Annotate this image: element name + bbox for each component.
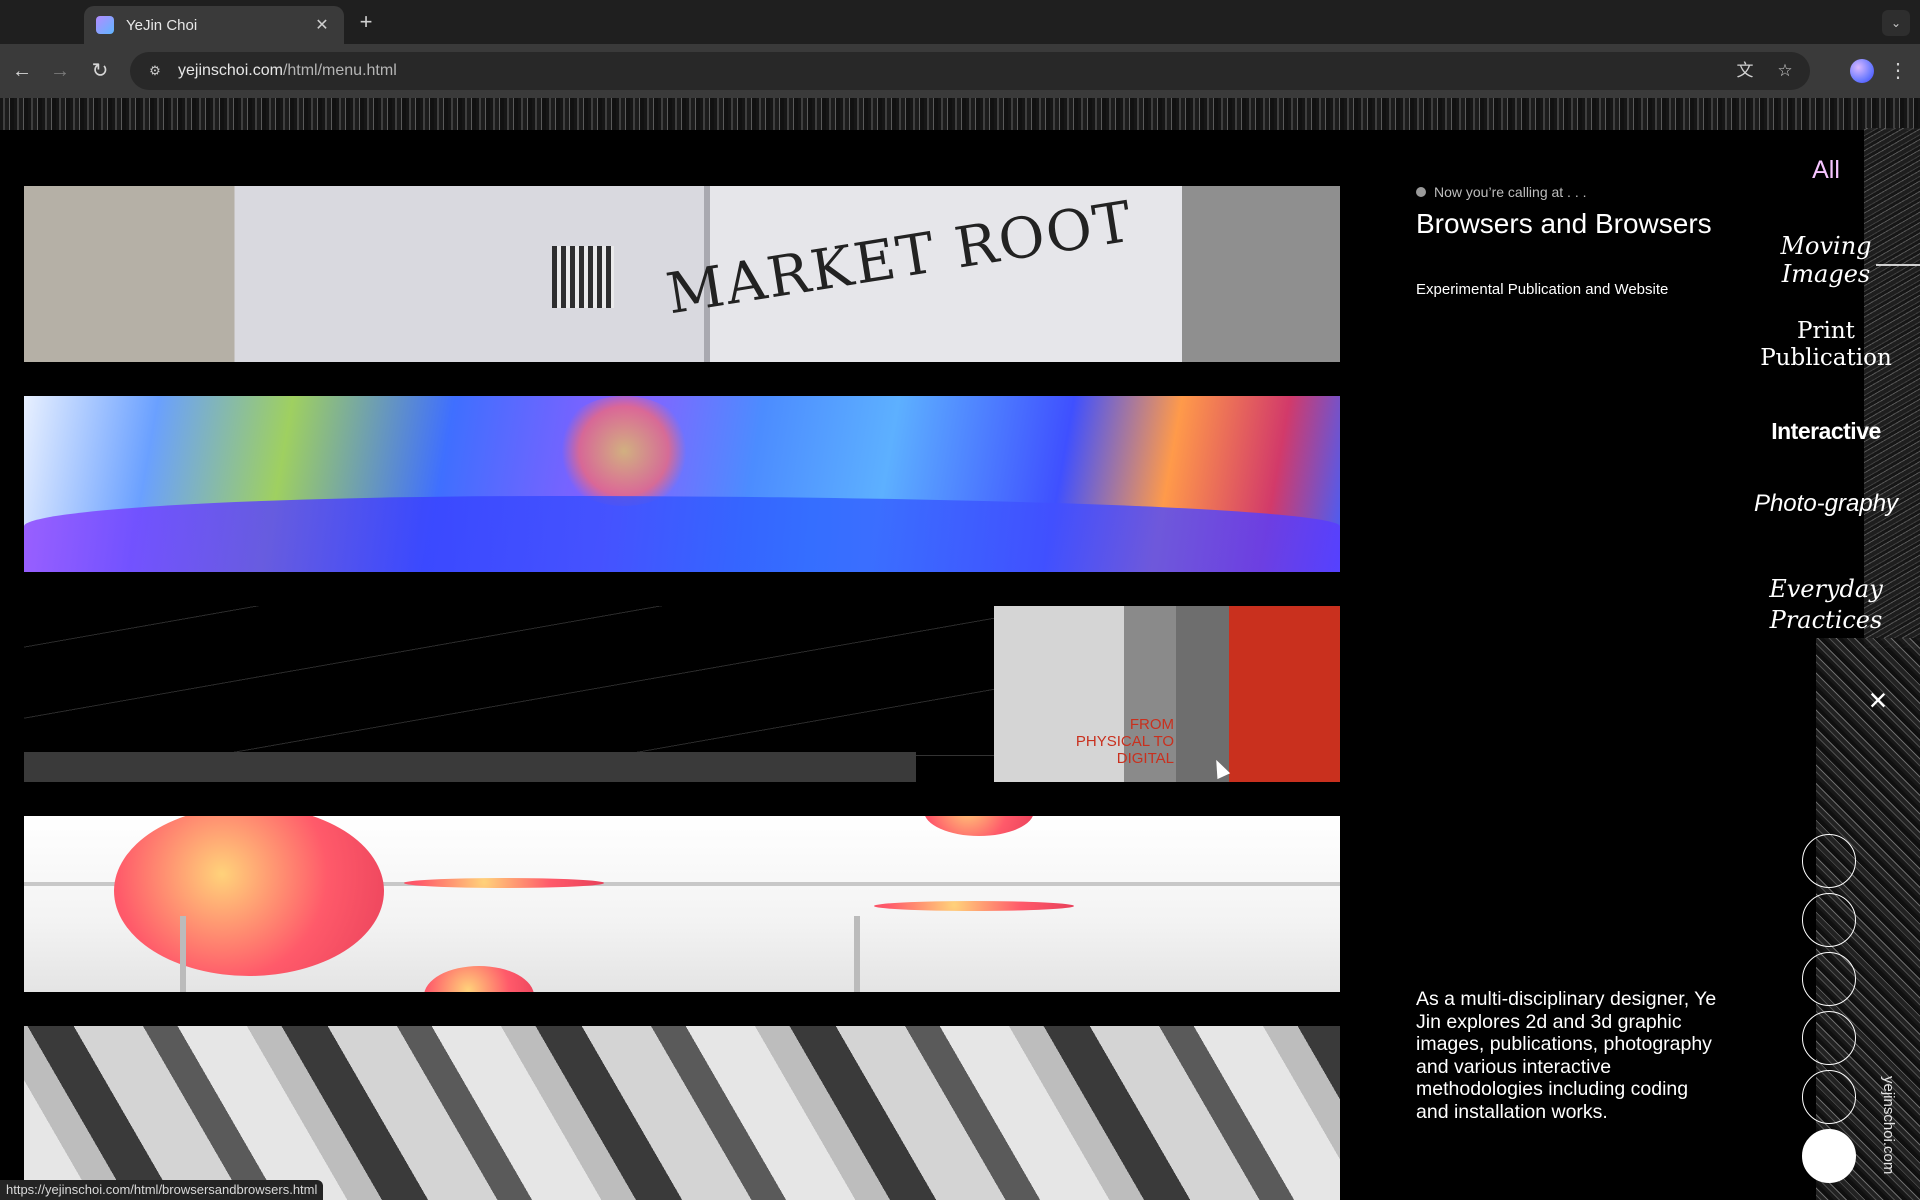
close-tab-icon[interactable]: ✕ <box>312 15 332 35</box>
thumb-text-market-root: MARKET ROOT <box>662 189 1138 328</box>
pager-dot[interactable] <box>1802 1011 1856 1065</box>
reload-icon[interactable]: ↻ <box>86 57 114 85</box>
sphere-shape <box>114 816 384 976</box>
favicon-icon <box>96 16 114 34</box>
gray-bar <box>24 752 916 782</box>
noise-wave <box>24 496 1340 572</box>
nav-everyday-practices[interactable]: Everyday Practices <box>1746 574 1906 636</box>
qr-code-image <box>552 246 614 308</box>
noise-texture-top <box>0 98 1920 130</box>
bio-text: As a multi-disciplinary designer, Ye Jin… <box>1416 988 1717 1123</box>
nav-photography[interactable]: Photo-graphy <box>1746 490 1906 518</box>
nav-print-publication[interactable]: Print Publication <box>1746 318 1906 372</box>
nav-all[interactable]: All <box>1746 156 1906 185</box>
status-dot-icon <box>1416 187 1426 197</box>
sphere-shape <box>924 816 1034 836</box>
project-title: Browsers and Browsers <box>1416 208 1712 239</box>
url-text[interactable]: yejinschoi.com/html/menu.html <box>178 62 397 80</box>
sphere-reflection <box>404 878 604 888</box>
browser-tab[interactable]: YeJin Choi ✕ <box>84 6 344 44</box>
url-path: /html/menu.html <box>282 62 397 79</box>
red-panel <box>1229 606 1340 782</box>
project-thumb-noise-landscape[interactable] <box>24 396 1340 572</box>
page: MARKET ROOT FROM PHYSICAL TO DIGITAL Now… <box>0 98 1920 1200</box>
translate-icon[interactable]: 文 <box>1732 58 1758 84</box>
project-thumb-spheres[interactable] <box>24 816 1340 992</box>
new-tab-button[interactable]: + <box>352 9 380 37</box>
noise-texture-right-top <box>1864 128 1920 648</box>
pager-dot[interactable] <box>1802 834 1856 888</box>
project-subtitle: Experimental Publication and Website <box>1416 281 1669 298</box>
nav-underline <box>1876 264 1920 266</box>
forward-icon[interactable]: → <box>46 57 74 85</box>
poster-text: FROM PHYSICAL TO DIGITAL <box>1075 716 1174 767</box>
sphere-shape <box>424 966 534 992</box>
tab-strip: YeJin Choi ✕ + ⌄ <box>0 0 1920 44</box>
back-icon[interactable]: ← <box>8 57 36 85</box>
close-menu-button[interactable]: × <box>1862 684 1894 716</box>
calling-label: Now you’re calling at . . . <box>1434 184 1587 200</box>
bookmark-star-icon[interactable]: ☆ <box>1772 58 1798 84</box>
calling-indicator: Now you’re calling at . . . <box>1416 184 1587 200</box>
pager-dot[interactable] <box>1802 952 1856 1006</box>
project-thumb-collage[interactable] <box>24 1026 1340 1200</box>
nav-moving-images[interactable]: Moving Images <box>1746 232 1906 288</box>
noise-blob <box>554 396 694 506</box>
line-drawing <box>24 606 1004 756</box>
project-thumb-market-root[interactable]: MARKET ROOT <box>24 186 1340 362</box>
browser-toolbar: ← → ↻ ⚙ yejinschoi.com/html/menu.html 文 … <box>0 44 1920 98</box>
vertical-site-label: yejinschoi.com <box>1880 1076 1897 1175</box>
pager-dot[interactable] <box>1802 1070 1856 1124</box>
profile-avatar[interactable] <box>1850 59 1874 83</box>
post-line <box>854 916 860 992</box>
site-info-icon[interactable]: ⚙ <box>142 58 168 84</box>
address-bar[interactable]: ⚙ yejinschoi.com/html/menu.html 文 ☆ <box>130 52 1810 90</box>
sphere-reflection <box>874 901 1074 911</box>
nav-interactive[interactable]: Interactive <box>1746 418 1906 445</box>
url-domain: yejinschoi.com <box>178 62 283 79</box>
pager-dot[interactable] <box>1802 893 1856 947</box>
project-thumb-browsers[interactable]: FROM PHYSICAL TO DIGITAL <box>24 606 1340 782</box>
tab-search-button[interactable]: ⌄ <box>1882 10 1910 36</box>
browser-menu-icon[interactable]: ⋮ <box>1888 58 1908 84</box>
pager-dot-active[interactable] <box>1802 1129 1856 1183</box>
post-line <box>180 916 186 992</box>
status-bar-url: https://yejinschoi.com/html/browsersandb… <box>0 1180 324 1200</box>
tab-title: YeJin Choi <box>126 16 198 34</box>
